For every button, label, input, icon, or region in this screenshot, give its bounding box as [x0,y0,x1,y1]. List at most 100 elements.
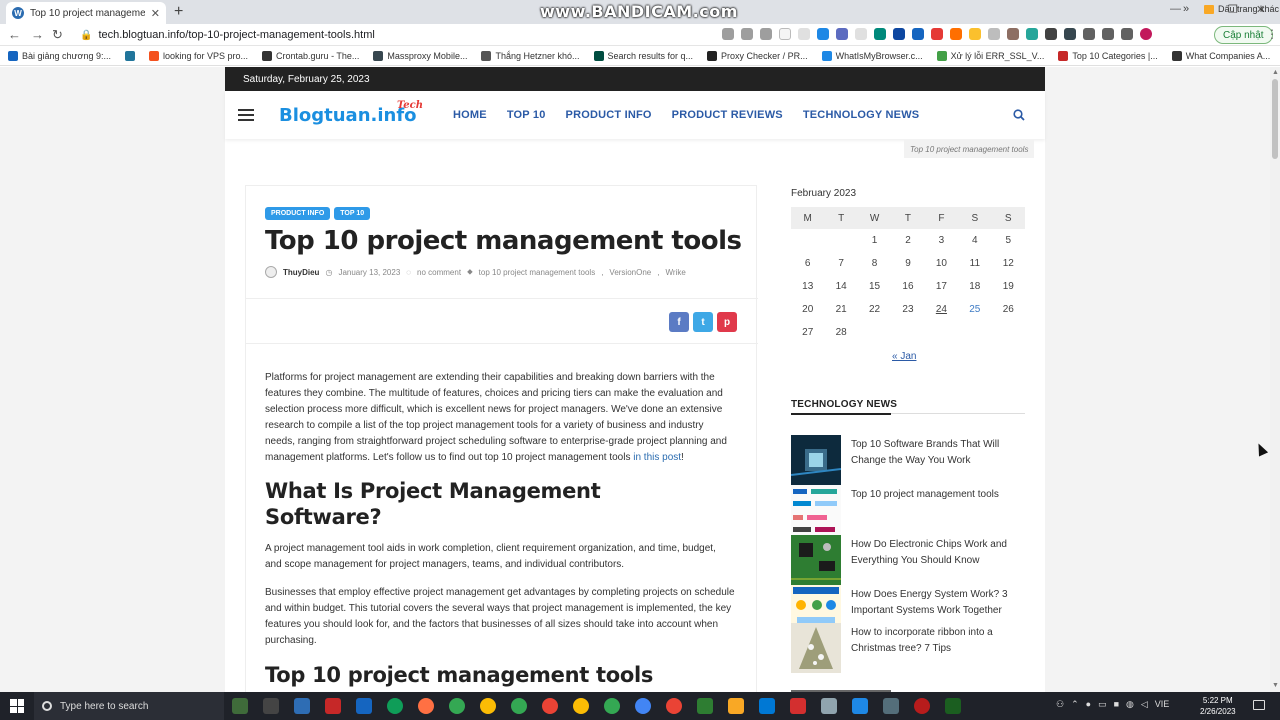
profile-avatar[interactable] [1140,28,1152,40]
extension-icon[interactable] [1026,28,1038,40]
sidebar-icon[interactable] [1121,28,1133,40]
extension-icon[interactable] [969,28,981,40]
chrome-icon[interactable] [511,698,527,714]
puzzle-icon[interactable] [1083,28,1095,40]
reload-icon[interactable]: ↻ [52,27,63,43]
news-title[interactable]: How to incorporate ribbon into a Christm… [851,625,1025,657]
extension-icon[interactable] [1045,28,1057,40]
app-icon[interactable] [883,698,899,714]
app-icon[interactable] [325,698,341,714]
back-icon[interactable]: ← [8,27,21,42]
news-title[interactable]: How Do Electronic Chips Work and Everyth… [851,537,1025,569]
speaker-icon[interactable]: ◁ [1141,699,1148,710]
download-icon[interactable] [1102,28,1114,40]
news-item[interactable]: Top 10 Software Brands That Will Change … [791,435,1025,485]
taskbar-search[interactable]: Type here to search [34,692,224,720]
nav-top-10[interactable]: TOP 10 [507,109,546,121]
battery-icon[interactable]: ▭ [1098,699,1107,710]
network-icon[interactable]: ◍ [1126,699,1134,710]
news-title[interactable]: Top 10 project management tools [851,487,1025,503]
chrome-icon[interactable] [542,698,558,714]
record-icon[interactable] [914,698,930,714]
bookmark-item[interactable]: Xử lý lỗi ERR_SSL_V... [936,50,1044,61]
twitter-share-button[interactable]: t [693,312,713,332]
notification-icon[interactable] [1253,700,1265,710]
chrome-icon[interactable] [635,698,651,714]
comment-count[interactable]: no comment [417,268,461,277]
tab-active[interactable]: W Top 10 project management tools ✕ [6,2,166,24]
star-icon[interactable] [760,28,772,40]
bookmark-item[interactable]: What Companies A... [1171,50,1270,61]
bookmark-item[interactable]: Bài giảng chương 9:... [8,50,111,61]
chevron-up-icon[interactable]: ⌃ [1071,699,1079,710]
extension-icon[interactable] [855,28,867,40]
author-link[interactable]: ThuyDieu [283,268,319,277]
nav-home[interactable]: HOME [453,109,487,121]
extension-icon[interactable] [893,28,905,40]
bookmark-item[interactable]: Search results for q... [593,50,693,61]
app-icon[interactable] [697,698,713,714]
new-tab-button[interactable]: + [174,3,183,21]
bookmarks-more-icon[interactable]: » [1183,3,1189,15]
chrome-icon[interactable] [480,698,496,714]
chrome-icon[interactable] [666,698,682,714]
update-button[interactable]: Cập nhật [1214,26,1273,44]
site-logo[interactable]: Blogtuan.info [279,105,417,126]
extension-icon[interactable] [912,28,924,40]
post-date[interactable]: January 13, 2023 [338,268,400,277]
bookmark-item[interactable] [124,50,135,61]
extension-icon[interactable] [798,28,810,40]
news-title[interactable]: How Does Energy System Work? 3 Important… [851,587,1025,619]
scrollbar-thumb[interactable] [1272,79,1278,159]
extension-icon[interactable] [817,28,829,40]
bookmark-item[interactable]: Massproxy Mobile... [373,50,467,61]
chrome-icon[interactable] [604,698,620,714]
app-icon[interactable] [821,698,837,714]
landscape-widget-icon[interactable] [232,698,248,714]
calendar-day[interactable]: 24 [925,298,958,321]
edge-icon[interactable] [387,698,403,714]
input-language[interactable]: VIE [1155,699,1170,710]
pinterest-share-button[interactable]: p [717,312,737,332]
chrome-icon[interactable] [573,698,589,714]
url-text[interactable]: tech.blogtuan.info/top-10-project-manage… [98,29,374,41]
nav-technology-news[interactable]: TECHNOLOGY NEWS [803,109,919,121]
news-title[interactable]: Top 10 Software Brands That Will Change … [851,437,1025,469]
taskbar-clock[interactable]: 5:22 PM 2/26/2023 [1200,695,1236,717]
page-scrollbar[interactable]: ▲ ▼ [1270,67,1280,692]
extension-icon[interactable] [779,28,791,40]
calendar-prev-link[interactable]: « Jan [892,351,916,362]
excel-icon[interactable] [945,698,961,714]
other-bookmarks[interactable]: Dấu trang khác [1204,4,1279,14]
facebook-share-button[interactable]: f [669,312,689,332]
tag-link[interactable]: top 10 project management tools [479,268,596,277]
extension-icon[interactable] [988,28,1000,40]
file-explorer-icon[interactable] [728,698,744,714]
bookmark-item[interactable]: Thắng Hetzner khó... [481,50,580,61]
app-icon[interactable] [294,698,310,714]
task-view-icon[interactable] [263,698,279,714]
bookmark-item[interactable]: Top 10 Categories |... [1058,50,1158,61]
extension-icon[interactable] [1007,28,1019,40]
forward-icon[interactable]: → [31,27,44,42]
translate-icon[interactable] [722,28,734,40]
app-tray-icon[interactable]: ■ [1114,699,1119,710]
hamburger-menu-icon[interactable] [238,109,254,121]
close-icon[interactable]: ✕ [151,7,160,20]
bookmark-item[interactable]: looking for VPS pro... [148,50,248,61]
news-item[interactable]: How to incorporate ribbon into a Christm… [791,623,1025,673]
bookmark-item[interactable]: Proxy Checker / PR... [707,50,808,61]
extension-icon[interactable] [950,28,962,40]
people-icon[interactable]: ⚇ [1056,699,1064,710]
nav-product-reviews[interactable]: PRODUCT REVIEWS [672,109,783,121]
firefox-icon[interactable] [418,698,434,714]
bookmark-item[interactable]: WhatIsMyBrowser.c... [821,50,923,61]
address-bar[interactable]: 🔒 tech.blogtuan.info/top-10-project-mana… [74,26,714,44]
nav-product-info[interactable]: PRODUCT INFO [566,109,652,121]
app-icon[interactable] [759,698,775,714]
news-item[interactable]: How Do Electronic Chips Work and Everyth… [791,535,1025,585]
category-badge[interactable]: PRODUCT INFO [265,207,331,220]
app-icon[interactable] [790,698,806,714]
extension-icon[interactable] [1064,28,1076,40]
windows-start-icon[interactable] [10,699,24,713]
